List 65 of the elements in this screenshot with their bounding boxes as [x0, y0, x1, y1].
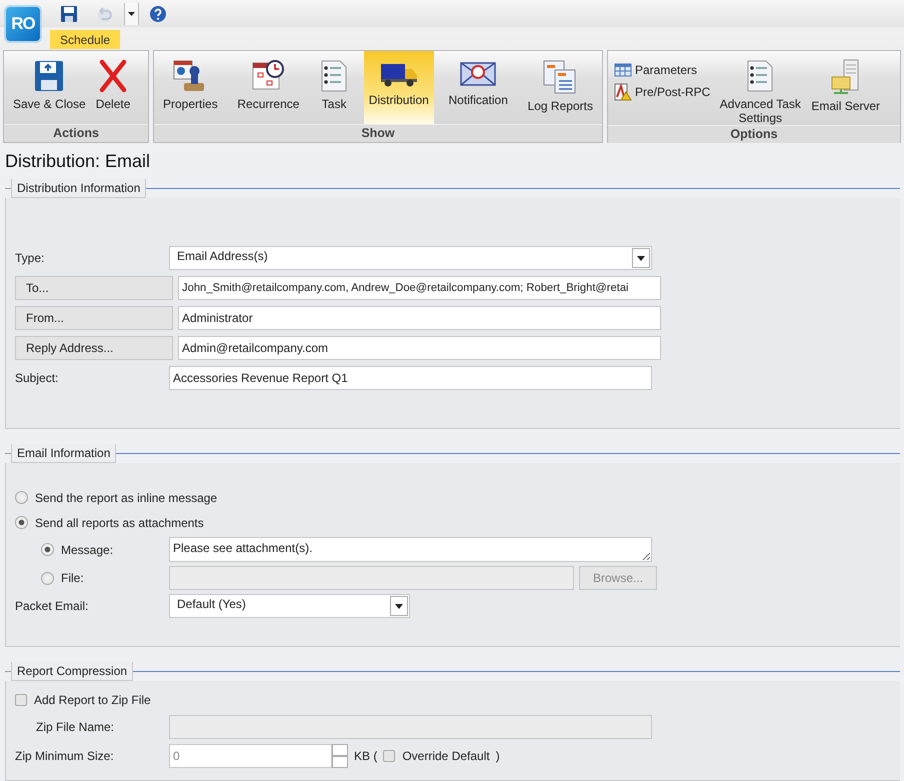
checkbox-option[interactable]: Override Default	[383, 749, 490, 763]
caret-icon	[637, 256, 645, 260]
ribbon-button[interactable]: Pre/Post-RPC	[614, 83, 710, 101]
spinner[interactable]	[332, 744, 348, 768]
packet-email-dropdown[interactable]: Default (Yes)	[169, 594, 410, 618]
section-legend: Email Information	[11, 444, 116, 462]
ribbon-button[interactable]: Email Server	[806, 51, 886, 125]
checkbox[interactable]	[15, 694, 27, 706]
documents-icon	[542, 59, 578, 95]
input-field[interactable]: John_Smith@retailcompany.com, Andrew_Doe@retailcompany.com; Robert_Bright@retai	[178, 276, 661, 300]
dropdown-button[interactable]	[124, 3, 139, 25]
radio-button[interactable]	[41, 543, 54, 556]
bracket-text: )	[496, 749, 500, 763]
field-label: Type:	[14, 251, 46, 265]
input-field[interactable]: Administrator	[178, 306, 661, 330]
document-warning-icon	[614, 83, 632, 101]
address-button[interactable]: Reply Address...	[15, 336, 173, 360]
radio-option[interactable]: Send the report as inline message	[15, 490, 218, 504]
radio-button[interactable]	[15, 516, 28, 529]
ribbon-button[interactable]: Task	[314, 51, 354, 124]
caret-icon	[128, 12, 135, 16]
caret-icon	[395, 604, 403, 608]
input-field[interactable]: Accessories Revenue Report Q1	[169, 366, 652, 390]
field-label: Message:	[61, 542, 114, 556]
number-field[interactable]: 0	[169, 744, 332, 768]
field-label: Zip Minimum Size:	[14, 749, 115, 763]
type-dropdown[interactable]: Email Address(s)	[169, 246, 652, 270]
dropdown-button[interactable]	[390, 596, 408, 616]
field-label: Subject:	[14, 371, 60, 385]
field-label: Packet Email:	[14, 599, 90, 613]
group-label: Actions	[4, 124, 148, 142]
field-label: File:	[61, 571, 84, 585]
ribbon-button[interactable]: Delete	[90, 51, 136, 124]
ribbon-button[interactable]: Save & Close	[8, 51, 91, 124]
ribbon-tab[interactable]: Schedule	[50, 30, 120, 49]
group-label: Show	[154, 124, 602, 142]
address-button[interactable]: From...	[15, 306, 173, 330]
ribbon-button[interactable]: Notification	[444, 51, 513, 124]
ribbon-button[interactable]: Parameters	[614, 63, 710, 77]
field-label: Zip File Name:	[35, 720, 116, 734]
page-title: Distribution: Email	[5, 151, 152, 172]
group-label: Options	[608, 125, 900, 143]
message-field[interactable]: Please see attachment(s).	[169, 537, 652, 562]
app-logo[interactable]: RO	[4, 5, 42, 43]
ribbon-button[interactable]: Advanced Task Settings	[714, 51, 806, 125]
section-legend: Distribution Information	[11, 178, 146, 198]
ribbon-button[interactable]: Recurrence	[232, 51, 304, 124]
checklist-icon	[319, 59, 350, 93]
x-icon	[98, 59, 128, 93]
ribbon-button[interactable]: Log Reports	[522, 51, 598, 124]
radio-option[interactable]: Send all reports as attachments	[15, 516, 204, 530]
resize-grip-icon[interactable]	[642, 552, 650, 560]
unit-label: KB (	[354, 749, 378, 763]
radio-button[interactable]	[15, 491, 28, 504]
address-button[interactable]: To...	[15, 276, 173, 300]
section-legend: Report Compression	[11, 662, 134, 680]
help-icon	[149, 5, 167, 23]
checkbox[interactable]	[383, 750, 396, 762]
checklist-icon	[745, 59, 776, 93]
ribbon-button[interactable]: Properties	[158, 51, 223, 124]
input-field[interactable]: Admin@retailcompany.com	[178, 336, 661, 360]
table-icon	[614, 63, 632, 77]
dropdown-button[interactable]	[632, 248, 650, 268]
checkbox-option[interactable]: Add Report to Zip File	[15, 693, 151, 707]
ribbon-button[interactable]: Distribution	[364, 51, 434, 124]
